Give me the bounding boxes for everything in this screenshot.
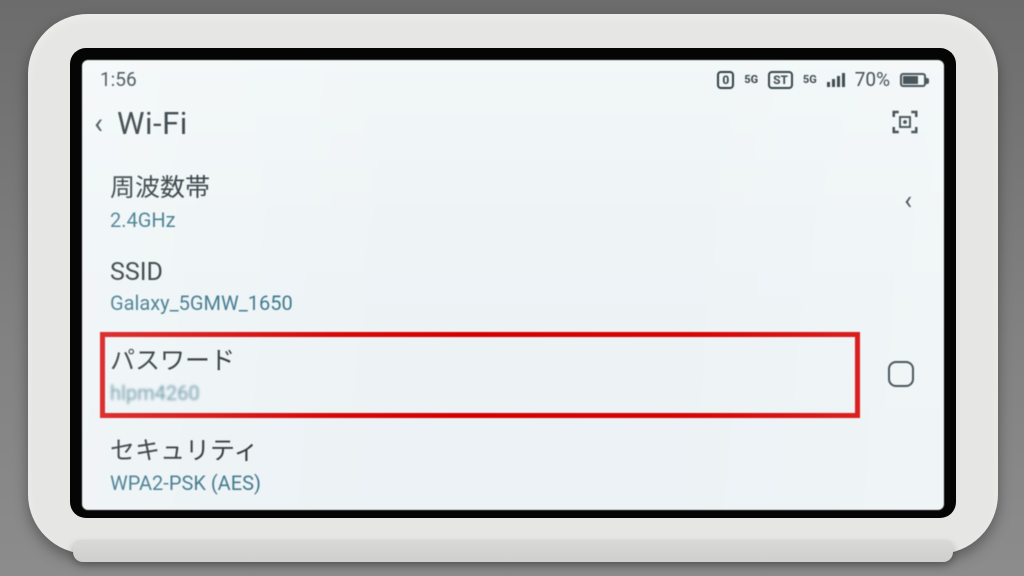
device-body: 1:56 0 5G ST 5G 70% ‹ Wi-Fi	[28, 14, 998, 554]
device-bezel: 1:56 0 5G ST 5G 70% ‹ Wi-Fi	[70, 48, 956, 518]
row-value: hlpm4260	[110, 381, 850, 405]
page-title: Wi-Fi	[117, 105, 188, 142]
row-label: パスワード	[110, 341, 850, 377]
row-label: SSID	[110, 258, 850, 287]
row-ssid[interactable]: SSID Galaxy_5GMW_1650	[82, 246, 944, 329]
chevron-left-icon: ‹	[904, 186, 912, 216]
back-button[interactable]: ‹	[94, 109, 103, 139]
status-5g-icon: 5G	[803, 73, 817, 86]
signal-bars-icon	[827, 73, 845, 87]
battery-icon	[900, 73, 926, 87]
row-password[interactable]: パスワード hlpm4260	[82, 329, 944, 419]
device-stand	[73, 540, 953, 562]
row-value: 2.4GHz	[110, 208, 850, 232]
row-label: 周波数帯	[110, 168, 850, 204]
screen: 1:56 0 5G ST 5G 70% ‹ Wi-Fi	[82, 60, 944, 510]
status-time: 1:56	[100, 68, 137, 91]
page-header: ‹ Wi-Fi	[82, 95, 944, 156]
row-security[interactable]: セキュリティ WPA2-PSK (AES)	[82, 419, 944, 509]
row-value: WPA2-PSK (AES)	[110, 471, 850, 495]
settings-list: 周波数帯 2.4GHz ‹ SSID Galaxy_5GMW_1650 パスワー…	[82, 156, 944, 509]
photo-background: 1:56 0 5G ST 5G 70% ‹ Wi-Fi	[0, 0, 1024, 576]
status-bar: 1:56 0 5G ST 5G 70%	[82, 60, 944, 95]
row-label: セキュリティ	[110, 431, 850, 467]
row-frequency-band[interactable]: 周波数帯 2.4GHz ‹	[82, 156, 944, 246]
row-value: Galaxy_5GMW_1650	[110, 291, 850, 315]
checkbox-show-password[interactable]	[888, 361, 914, 387]
status-badge-2: ST	[768, 71, 793, 89]
status-net-icon: 5G	[744, 73, 758, 86]
qr-scan-icon[interactable]	[890, 107, 920, 141]
battery-percent: 70%	[855, 68, 890, 91]
status-badge-1: 0	[717, 71, 734, 89]
